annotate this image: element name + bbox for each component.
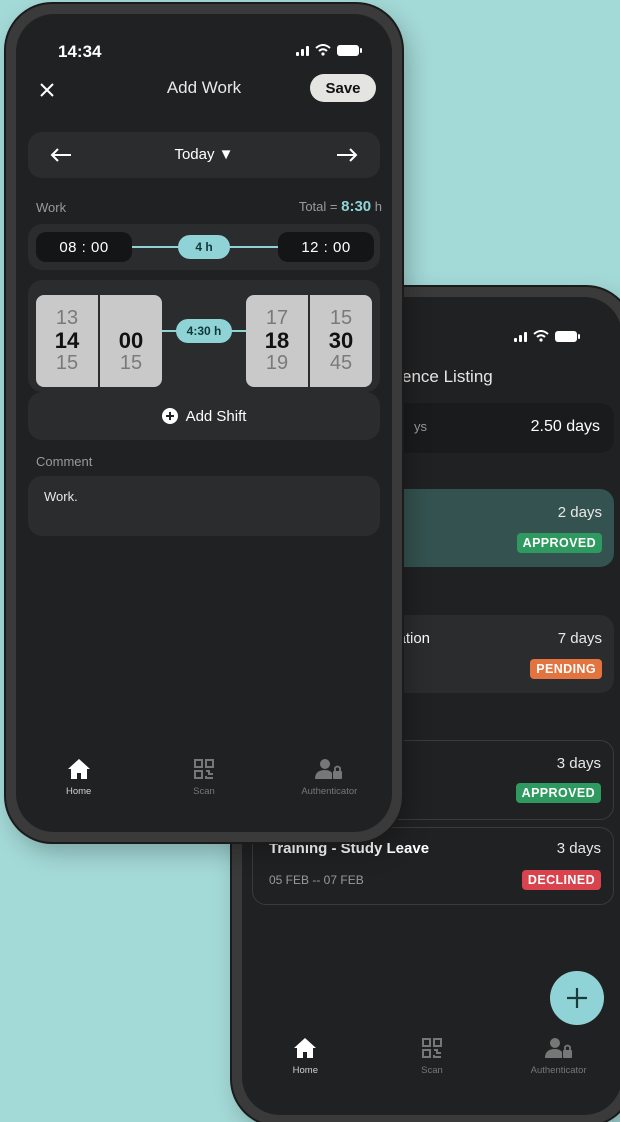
shift-row[interactable]: 08 : 00 4 h 12 : 00	[28, 224, 380, 270]
item-duration: 7 days	[557, 630, 602, 647]
add-fab-button[interactable]	[550, 971, 604, 1025]
tab-label: Scan	[421, 1065, 443, 1076]
picker-value: 17	[265, 307, 289, 329]
add-work-screen: 14:34 Add Work Save Today ▼ Work Total =…	[16, 14, 392, 832]
total-unit: h	[374, 199, 382, 214]
save-button[interactable]: Save	[310, 74, 376, 102]
picker-selected-value: 14	[54, 328, 80, 353]
tab-label: Home	[292, 1065, 318, 1076]
add-shift-label: Add Shift	[185, 407, 247, 425]
qr-icon	[193, 759, 214, 779]
plus-icon	[567, 988, 587, 1008]
tab-label: Authenticator	[530, 1065, 587, 1076]
status-icons	[296, 44, 362, 56]
picker-value: 13	[55, 307, 79, 329]
user-lock-icon	[315, 759, 343, 779]
start-hour-picker[interactable]: 13 14 15	[36, 295, 98, 387]
end-hour-picker[interactable]: 17 18 19	[246, 295, 308, 387]
tab-label: Home	[65, 786, 92, 797]
work-total: Total = 8:30 h	[299, 198, 382, 215]
tab-bar: Home Scan Authenticator	[242, 1031, 620, 1115]
status-badge: PENDING	[530, 659, 602, 679]
tab-bar: Home Scan Authenticator	[16, 744, 392, 832]
picker-value: 19	[265, 352, 289, 374]
plus-circle-icon	[161, 408, 178, 424]
total-label: Total =	[298, 199, 338, 214]
tab-authenticator[interactable]: Authenticator	[504, 1037, 614, 1115]
home-icon	[294, 1038, 317, 1058]
status-time: 14:34	[58, 42, 102, 61]
page-title: ence Listing	[402, 367, 493, 386]
start-minute-picker[interactable]: 00 15	[100, 295, 162, 387]
summary-label: ys	[414, 419, 427, 434]
battery-icon	[337, 44, 362, 56]
tab-home[interactable]: Home	[24, 758, 134, 832]
summary-value: 2.50 days	[530, 418, 600, 435]
picker-value: 15	[329, 307, 353, 329]
status-badge: APPROVED	[515, 783, 601, 803]
picker-value: 15	[55, 352, 79, 374]
end-minute-picker[interactable]: 15 30 45	[310, 295, 372, 387]
wifi-icon	[533, 330, 549, 342]
shift-end-time[interactable]: 12 : 00	[278, 232, 374, 262]
front-phone: 14:34 Add Work Save Today ▼ Work Total =…	[6, 4, 402, 842]
qr-icon	[421, 1038, 442, 1058]
date-navigator: Today ▼	[28, 132, 380, 178]
item-dates: 05 FEB -- 07 FEB	[269, 873, 364, 887]
shift-duration-badge: 4:30 h	[176, 319, 232, 343]
picker-selected-value: 18	[264, 328, 290, 353]
item-duration: 3 days	[556, 755, 601, 772]
total-value: 8:30	[341, 198, 372, 215]
wifi-icon	[315, 44, 331, 56]
item-duration: 3 days	[556, 840, 601, 857]
battery-icon	[555, 330, 580, 342]
add-shift-button[interactable]: Add Shift	[28, 392, 380, 440]
date-selector[interactable]: Today ▼	[28, 146, 380, 163]
tab-authenticator[interactable]: Authenticator	[274, 758, 384, 832]
tab-label: Scan	[193, 786, 215, 797]
item-duration: 2 days	[557, 504, 602, 521]
comment-label: Comment	[36, 454, 93, 469]
comment-value: Work.	[44, 489, 78, 504]
home-icon	[67, 759, 90, 779]
signal-icon	[514, 330, 527, 342]
picker-selected-value: 30	[328, 328, 354, 353]
status-badge: DECLINED	[521, 870, 601, 890]
signal-icon	[296, 44, 309, 56]
work-label: Work	[36, 200, 67, 215]
tab-label: Authenticator	[301, 786, 358, 797]
picker-value: 15	[119, 351, 143, 374]
picker-selected-value: 00	[118, 327, 144, 353]
status-icons	[514, 330, 580, 342]
comment-field[interactable]: Work.	[28, 476, 380, 536]
picker-value: 45	[329, 352, 353, 374]
tab-scan[interactable]: Scan	[377, 1037, 487, 1115]
shift-start-time[interactable]: 08 : 00	[36, 232, 132, 262]
tab-home[interactable]: Home	[250, 1037, 360, 1115]
arrow-right-icon[interactable]	[336, 147, 358, 163]
shift-duration-badge: 4 h	[178, 235, 230, 259]
user-lock-icon	[544, 1038, 572, 1058]
tab-scan[interactable]: Scan	[149, 758, 259, 832]
status-badge: APPROVED	[516, 533, 602, 553]
item-title: Training - Study Leave	[269, 840, 430, 857]
